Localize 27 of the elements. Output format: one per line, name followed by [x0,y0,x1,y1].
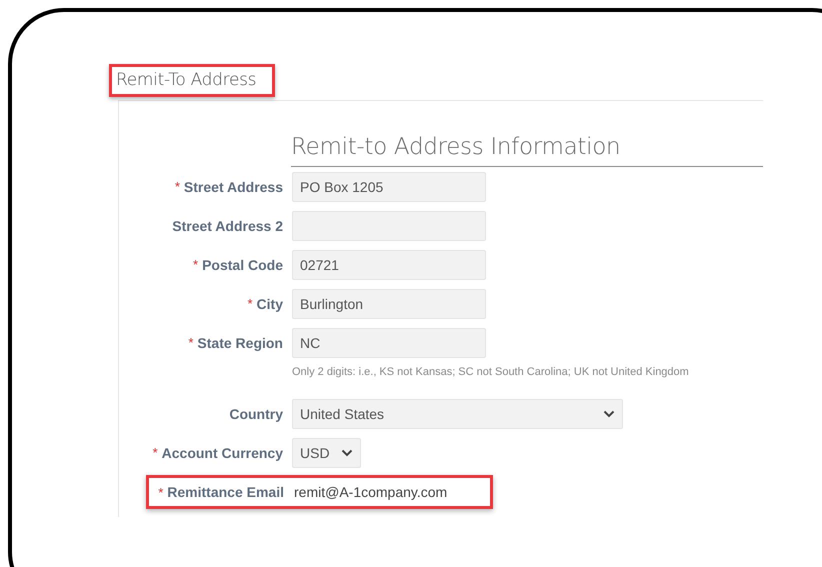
required-asterisk: * [247,296,253,311]
required-asterisk: * [193,257,198,272]
field-label: Country [229,406,283,422]
required-asterisk: * [174,179,180,194]
required-asterisk: * [152,445,158,460]
field-label: City [256,296,283,312]
dropdown[interactable]: USD [292,438,361,468]
input-field[interactable]: PO Box 1205 [292,172,486,202]
input-field[interactable]: Burlington [292,288,486,318]
field-label: Street Address [184,178,283,194]
field-label: State Region [197,334,283,350]
required-asterisk: * [188,335,194,350]
field-label: Street Address 2 [172,218,283,234]
field-label: Postal Code [202,256,283,272]
chevron-down-icon [603,410,615,418]
chevron-down-icon [341,448,353,456]
required-asterisk: * [158,484,164,500]
field-value: remit@A-1company.com [293,484,448,500]
form-heading: Remit-to Address Information [291,134,763,167]
input-field[interactable] [292,210,486,240]
input-field[interactable]: 02721 [292,250,486,280]
section-title: Remit-To Address [109,64,276,97]
field-label: Account Currency [162,444,283,460]
hint-text: Only 2 digits: i.e., KS not Kansas; SC not South Carolina; UK not United Kingdom [292,366,689,378]
field-label: Remittance Email [167,484,284,500]
input-field[interactable]: NC [292,328,486,358]
dropdown[interactable]: United States [292,398,623,428]
